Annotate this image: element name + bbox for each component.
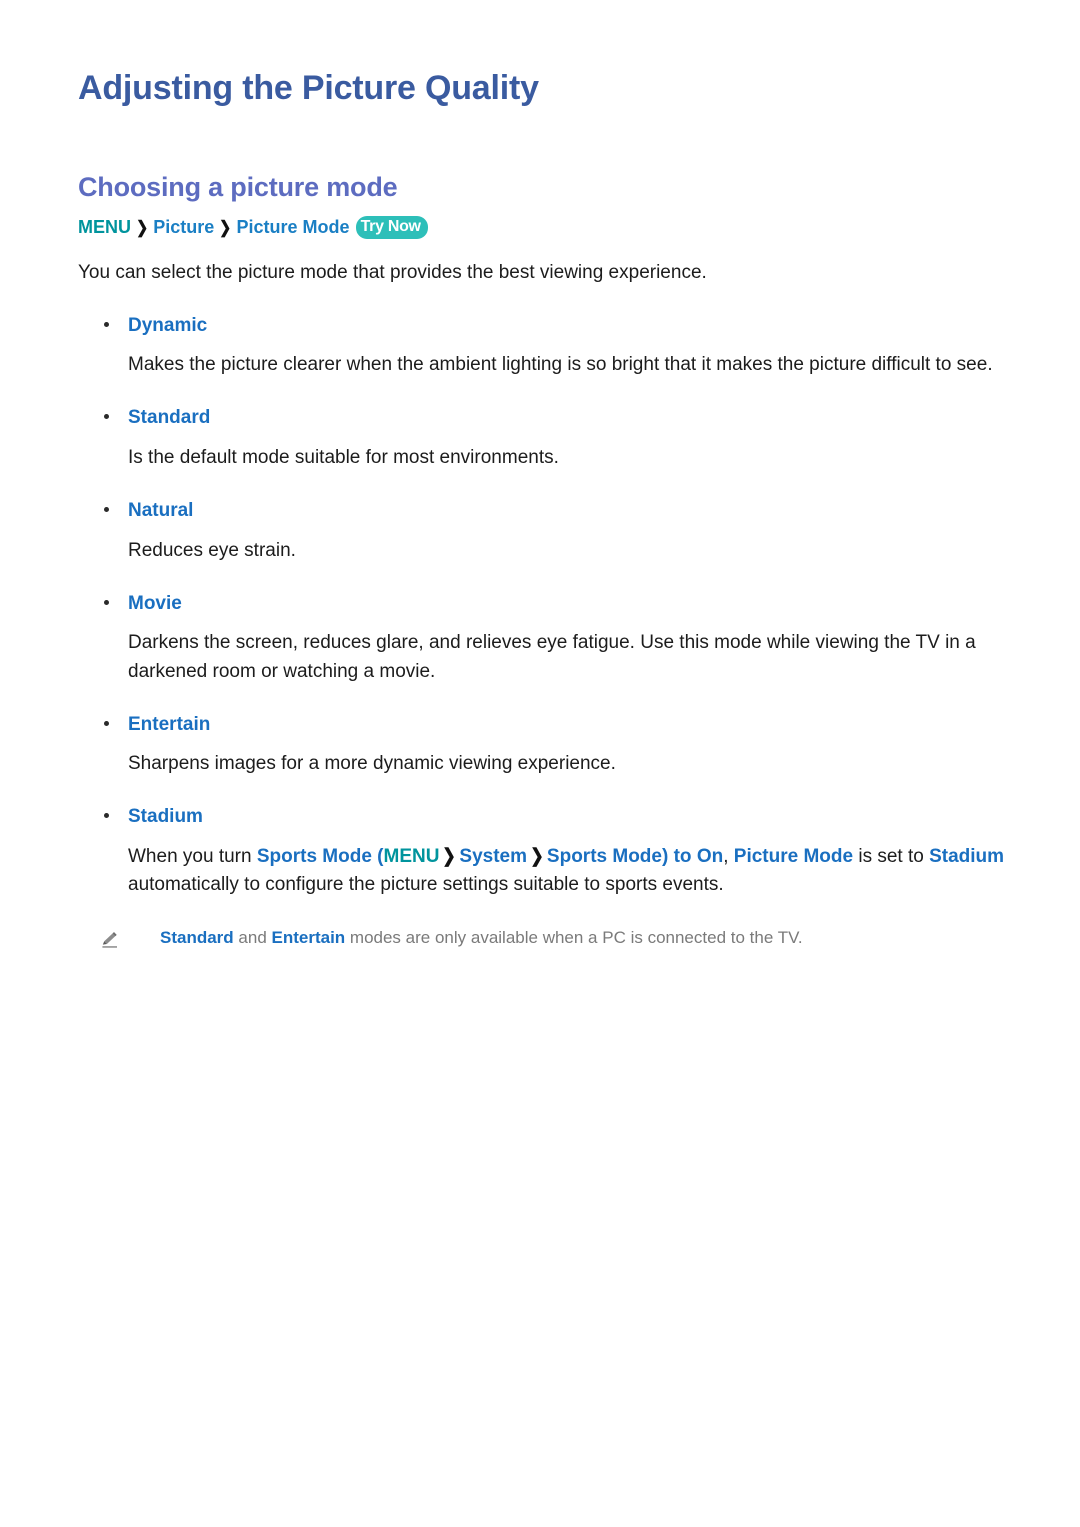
bullet-icon	[104, 321, 109, 327]
text-fragment: is set to	[853, 845, 930, 867]
keyword-picture-mode: Picture Mode	[733, 845, 854, 867]
intro-paragraph: You can select the picture mode that pro…	[78, 262, 707, 284]
text-fragment: (	[371, 845, 384, 867]
breadcrumb-item-menu[interactable]: MENU	[78, 217, 131, 237]
list-item: Stadium When you turn Sports Mode (MENU ❯…	[78, 778, 1008, 899]
breadcrumb: MENU ❯ Picture ❯ Picture Mode Try Now	[78, 203, 1008, 241]
list-item: Dynamic Makes the picture clearer when t…	[78, 287, 1008, 380]
mode-description-stadium: When you turn Sports Mode (MENU ❯ System ❯ S…	[78, 831, 1008, 899]
mode-name-stadium: Stadium	[78, 778, 1008, 831]
mode-description: Makes the picture clearer when the ambie…	[128, 354, 993, 376]
breadcrumb-item-picture[interactable]: Picture	[153, 217, 214, 237]
mode-label: Stadium	[128, 806, 203, 828]
mode-name-entertain: Entertain	[78, 686, 1008, 739]
list-item: Standard Is the default mode suitable fo…	[78, 379, 1008, 472]
list-item: Entertain Sharpens images for a more dyn…	[78, 686, 1008, 779]
keyword-stadium: Stadium	[929, 845, 1005, 867]
mode-name-movie: Movie	[78, 565, 1008, 618]
keyword-system: System	[459, 845, 527, 867]
bullet-icon	[104, 813, 109, 819]
keyword-sports-mode: Sports Mode	[256, 845, 372, 867]
text-fragment: ,	[723, 845, 734, 867]
document-page: Adjusting the Picture Quality Choosing a…	[0, 0, 1080, 1527]
list-item: Natural Reduces eye strain.	[78, 472, 1008, 565]
bullet-icon	[104, 599, 109, 605]
mode-description: Reduces eye strain.	[128, 539, 296, 561]
mode-label: Dynamic	[128, 314, 208, 336]
keyword-standard: Standard	[160, 928, 234, 948]
chevron-right-icon: ❯	[442, 845, 457, 867]
mode-label: Standard	[128, 407, 211, 429]
mode-label: Movie	[128, 592, 182, 614]
picture-mode-list: Dynamic Makes the picture clearer when t…	[78, 287, 1008, 899]
mode-name-dynamic: Dynamic	[78, 287, 1008, 340]
chevron-right-icon: ❯	[530, 845, 544, 867]
text-fragment: When you turn	[128, 845, 257, 867]
bullet-icon	[104, 507, 109, 513]
section-heading: Choosing a picture mode	[78, 171, 398, 202]
list-item: Movie Darkens the screen, reduces glare,…	[78, 565, 1008, 686]
content-column: Adjusting the Picture Quality Choosing a…	[78, 0, 1008, 951]
mode-name-natural: Natural	[78, 472, 1008, 525]
mode-name-standard: Standard	[78, 379, 1008, 432]
mode-description: Darkens the screen, reduces glare, and r…	[128, 632, 976, 682]
mode-label: Entertain	[128, 713, 211, 735]
try-now-badge[interactable]: Try Now	[355, 216, 428, 240]
text-fragment: ) to	[661, 845, 697, 867]
mode-description: Is the default mode suitable for most en…	[128, 447, 559, 469]
keyword-sports-mode-2: Sports Mode	[546, 845, 662, 867]
bullet-icon	[104, 720, 109, 726]
text-fragment: and	[233, 928, 272, 948]
chevron-right-icon: ❯	[136, 218, 149, 238]
breadcrumb-item-picture-mode[interactable]: Picture Mode	[237, 217, 350, 237]
keyword-menu: MENU	[383, 845, 440, 867]
text-fragment: modes are only available when a PC is co…	[345, 928, 803, 948]
text-fragment: automatically to configure the picture s…	[128, 874, 724, 896]
chevron-right-icon: ❯	[219, 218, 232, 238]
pencil-icon	[100, 929, 120, 949]
keyword-entertain: Entertain	[271, 928, 346, 948]
mode-label: Natural	[128, 500, 194, 522]
bullet-icon	[104, 414, 109, 420]
note-row: Standard and Entertain modes are only av…	[78, 899, 1008, 951]
keyword-on: On	[696, 845, 724, 867]
mode-description: Sharpens images for a more dynamic viewi…	[128, 753, 616, 775]
page-title: Adjusting the Picture Quality	[78, 69, 539, 107]
